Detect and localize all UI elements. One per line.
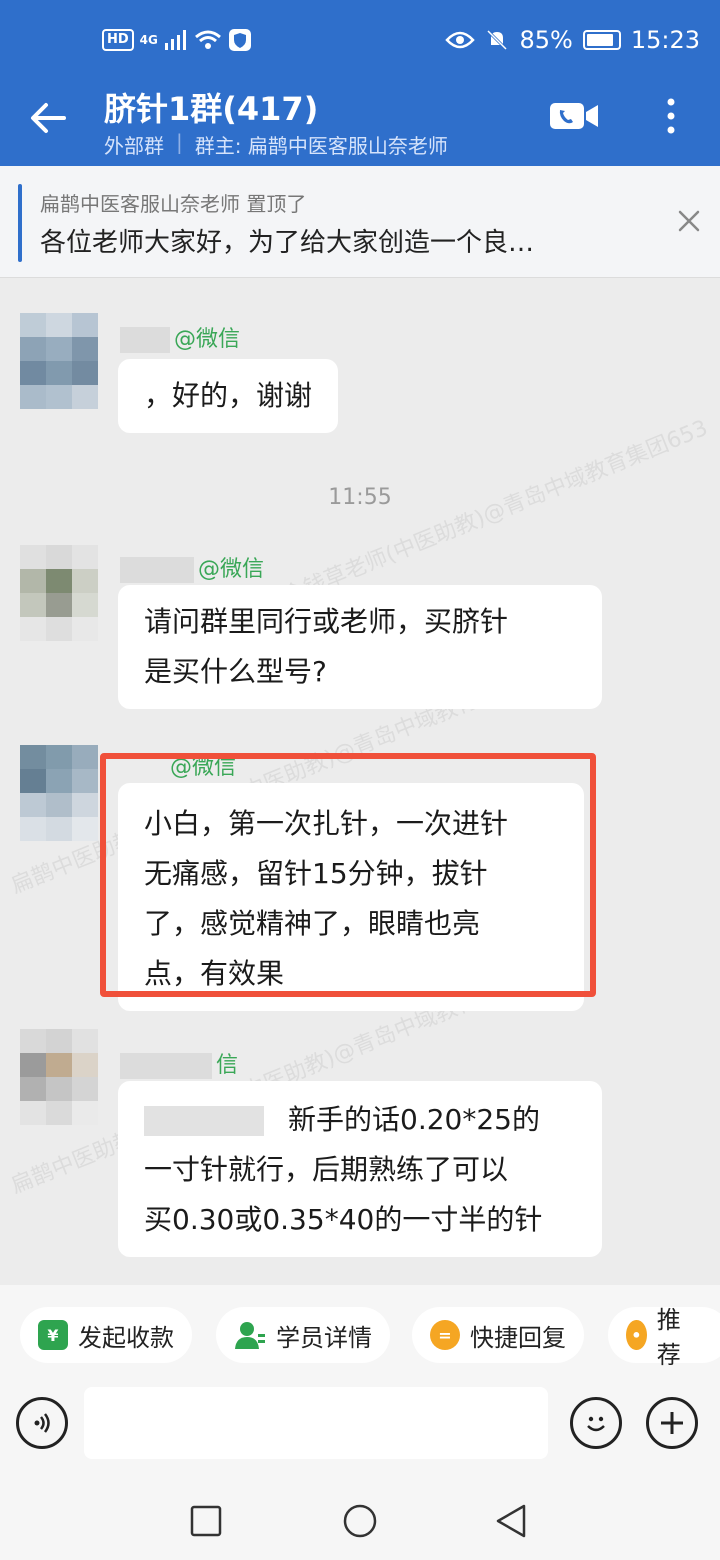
chip-label: 推荐 <box>656 1306 681 1369</box>
battery-percent: 85% <box>519 26 573 54</box>
user-icon <box>235 1322 265 1349</box>
mute-bell-icon <box>487 29 508 51</box>
chat-icon: = <box>430 1320 460 1350</box>
avatar[interactable] <box>20 745 98 841</box>
divider: | <box>176 130 183 154</box>
quick-action-student-details[interactable]: 学员详情 <box>216 1307 390 1363</box>
emoji-button[interactable] <box>570 1397 622 1449</box>
avatar[interactable] <box>20 1029 98 1125</box>
network-indicators: HD 4G <box>102 28 252 52</box>
group-subtitle: 外部群 | 群主: 扁鹊中医客服山奈老师 <box>104 130 448 159</box>
add-button[interactable] <box>646 1397 698 1449</box>
sender-name: @微信 <box>120 321 240 353</box>
battery-icon <box>582 30 621 50</box>
pinned-author: 扁鹊中医客服山奈老师 置顶了 <box>40 192 307 216</box>
clock: 15:23 <box>630 26 700 54</box>
message-line: 买0.30或0.35*40的一寸半的针 <box>144 1203 543 1236</box>
shield-icon <box>228 29 251 51</box>
group-title: 脐针1群(417) <box>104 90 319 128</box>
video-call-icon[interactable] <box>548 100 600 132</box>
wifi-icon <box>194 30 221 49</box>
close-icon[interactable] <box>676 208 702 234</box>
pinned-message[interactable]: 扁鹊中医客服山奈老师 置顶了 各位老师大家好，为了给大家创造一个良… <box>0 166 720 278</box>
signal-icon <box>164 30 186 50</box>
message-line: 一寸针就行，后期熟练了可以 <box>144 1153 509 1186</box>
smiley-icon <box>587 1416 605 1432</box>
quick-action-quick-reply[interactable]: = 快捷回复 <box>412 1307 584 1363</box>
message-bubble[interactable]: ，好的，谢谢 <box>118 359 339 433</box>
blurred-name <box>120 1053 212 1079</box>
system-nav-bar <box>0 1481 720 1560</box>
recommend-icon: • <box>626 1320 647 1350</box>
quick-action-recommend[interactable]: • 推荐 <box>608 1306 720 1369</box>
blurred-mention <box>144 1106 264 1136</box>
pinned-indicator <box>18 184 22 262</box>
status-right: 85% 15:23 <box>445 26 700 54</box>
voice-icon <box>34 1413 50 1433</box>
message-line: 新手的话0.20*25的 <box>144 1095 576 1145</box>
message-text: ，好的，谢谢 <box>144 379 313 412</box>
more-options-icon[interactable] <box>656 96 686 136</box>
message-input[interactable] <box>84 1387 548 1459</box>
avatar[interactable] <box>20 545 98 641</box>
recent-apps-icon[interactable] <box>190 1505 222 1537</box>
avatar[interactable] <box>20 313 98 409</box>
timestamp: 11:55 <box>328 485 392 510</box>
plus-icon <box>661 1412 683 1434</box>
home-icon[interactable] <box>342 1503 378 1539</box>
chat-messages: 扁鹊中医助教金钱草老师(中医助教)@青岛中域教育集团653 扁鹊中医助教金钱草老… <box>0 279 720 1285</box>
message-bubble[interactable]: 请问群里同行或老师，买脐针 是买什么型号? <box>118 585 602 709</box>
sender-source: @微信 <box>198 557 265 582</box>
voice-input-button[interactable] <box>16 1397 68 1449</box>
status-bar: HD 4G 85% 15:23 <box>0 0 720 80</box>
chip-label: 学员详情 <box>276 1323 372 1352</box>
sender-name: 信 <box>120 1047 238 1079</box>
blurred-name <box>120 327 170 353</box>
message-line: 请问群里同行或老师，买脐针 <box>144 605 509 638</box>
back-arrow-icon[interactable] <box>24 94 72 142</box>
quick-actions-bar: ¥ 发起收款 学员详情 = 快捷回复 • 推荐 <box>0 1285 720 1381</box>
back-icon[interactable] <box>494 1503 528 1539</box>
sender-name: @微信 <box>120 551 264 583</box>
hd-badge: HD <box>102 29 134 51</box>
yuan-icon: ¥ <box>38 1320 68 1350</box>
pinned-text: 各位老师大家好，为了给大家创造一个良… <box>40 228 535 258</box>
blurred-name <box>120 557 194 583</box>
network-type: 4G <box>139 33 158 47</box>
chip-label: 快捷回复 <box>470 1323 566 1352</box>
eye-icon <box>445 31 476 49</box>
group-tag: 外部群 <box>104 134 164 158</box>
sender-source: @微信 <box>174 327 241 352</box>
message-bubble[interactable]: 新手的话0.20*25的 一寸针就行，后期熟练了可以 买0.30或0.35*40… <box>118 1081 602 1257</box>
input-bar <box>0 1381 720 1481</box>
group-owner: 群主: 扁鹊中医客服山奈老师 <box>194 134 448 158</box>
chat-header: 脐针1群(417) 外部群 | 群主: 扁鹊中医客服山奈老师 <box>0 80 720 166</box>
sender-source: 信 <box>216 1053 239 1078</box>
message-text: 新手的话0.20*25的 <box>288 1103 540 1136</box>
quick-action-payment[interactable]: ¥ 发起收款 <box>20 1307 192 1363</box>
chip-label: 发起收款 <box>78 1323 174 1352</box>
message-line: 是买什么型号? <box>144 655 327 688</box>
highlight-box <box>100 753 596 997</box>
